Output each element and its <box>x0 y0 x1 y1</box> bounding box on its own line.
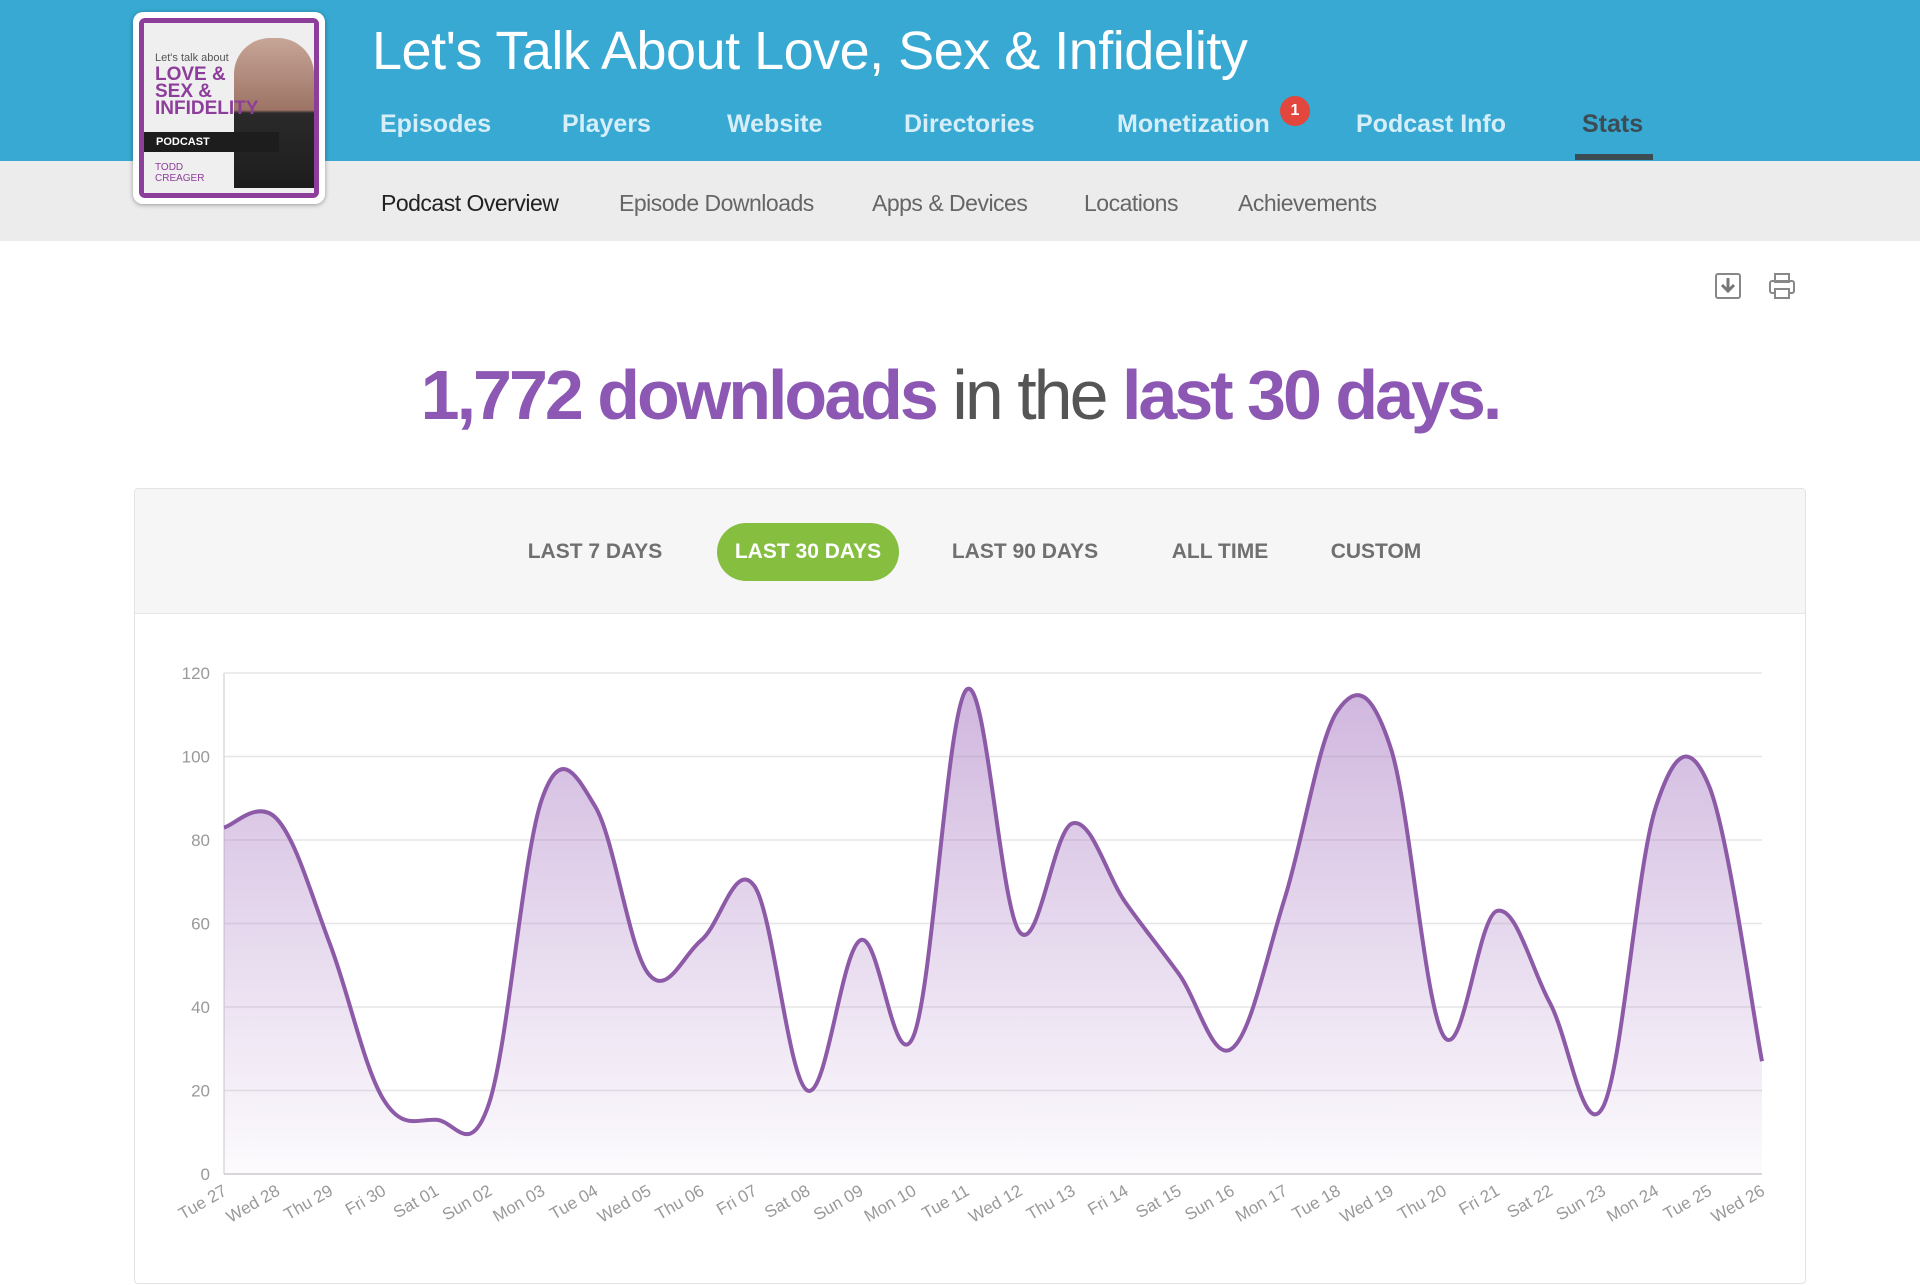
x-tick-label: Fri 14 <box>1084 1181 1131 1219</box>
x-tick-label: Sat 15 <box>1133 1181 1185 1222</box>
y-tick-label: 20 <box>191 1082 210 1101</box>
x-tick-label: Thu 20 <box>1394 1181 1449 1224</box>
data-point[interactable] <box>433 1117 439 1123</box>
x-tick-label: Thu 29 <box>281 1181 336 1224</box>
x-tick-label: Wed 26 <box>1708 1181 1768 1227</box>
data-point[interactable] <box>857 937 863 943</box>
x-tick-label: Fri 30 <box>342 1181 389 1219</box>
data-point[interactable] <box>1547 1000 1553 1006</box>
data-point[interactable] <box>1176 971 1182 977</box>
x-tick-label: Sun 09 <box>810 1181 866 1224</box>
data-point[interactable] <box>1388 745 1394 751</box>
downloads-chart: 020406080100120Tue 27Wed 28Thu 29 Fri 30 S… <box>175 664 1768 1227</box>
x-tick-label: Sun 23 <box>1553 1181 1609 1224</box>
y-tick-label: 0 <box>201 1165 210 1184</box>
data-point[interactable] <box>1123 900 1129 906</box>
y-tick-label: 60 <box>191 915 210 934</box>
x-tick-label: Wed 19 <box>1337 1181 1397 1227</box>
x-tick-label: Tue 25 <box>1660 1181 1715 1224</box>
data-point[interactable] <box>1494 908 1500 914</box>
data-point[interactable] <box>1229 1046 1235 1052</box>
y-tick-label: 40 <box>191 998 210 1017</box>
data-point[interactable] <box>698 937 704 943</box>
data-point[interactable] <box>1335 708 1341 714</box>
x-tick-label: Tue 11 <box>919 1181 973 1223</box>
x-tick-label: Thu 13 <box>1023 1181 1078 1224</box>
y-tick-label: 120 <box>182 664 210 683</box>
data-point[interactable] <box>539 795 545 801</box>
x-tick-label: Mon 10 <box>861 1181 920 1226</box>
data-point[interactable] <box>221 824 227 830</box>
x-tick-label: Sun 16 <box>1181 1181 1237 1224</box>
x-tick-label: Mon 17 <box>1232 1181 1291 1226</box>
data-point[interactable] <box>1017 929 1023 935</box>
data-point[interactable] <box>1600 1104 1606 1110</box>
x-tick-label: Tue 18 <box>1289 1181 1344 1224</box>
data-point[interactable] <box>1441 1033 1447 1039</box>
data-point[interactable] <box>327 941 333 947</box>
data-point[interactable] <box>1706 783 1712 789</box>
data-point[interactable] <box>910 1033 916 1039</box>
data-point[interactable] <box>1282 895 1288 901</box>
x-tick-label: Tue 27 <box>175 1181 230 1224</box>
x-tick-label: Tue 04 <box>546 1181 601 1224</box>
x-tick-label: Wed 05 <box>594 1181 654 1227</box>
data-point[interactable] <box>963 687 969 693</box>
x-tick-label: Wed 12 <box>966 1181 1026 1227</box>
data-point[interactable] <box>751 883 757 889</box>
data-point[interactable] <box>486 1100 492 1106</box>
x-tick-label: Fri 07 <box>713 1181 760 1219</box>
x-tick-label: Sat 08 <box>761 1181 813 1222</box>
data-point[interactable] <box>380 1096 386 1102</box>
y-tick-label: 100 <box>182 748 210 767</box>
data-point[interactable] <box>804 1088 810 1094</box>
x-tick-label: Sat 01 <box>390 1181 442 1222</box>
data-point[interactable] <box>1653 804 1659 810</box>
data-point[interactable] <box>645 971 651 977</box>
downloads-area <box>224 688 1762 1174</box>
data-point[interactable] <box>1070 820 1076 826</box>
x-tick-label: Sat 22 <box>1504 1181 1556 1222</box>
x-tick-label: Fri 21 <box>1456 1181 1503 1219</box>
x-tick-label: Mon 03 <box>490 1181 549 1226</box>
x-tick-label: Mon 24 <box>1603 1181 1662 1226</box>
y-tick-label: 80 <box>191 831 210 850</box>
data-point[interactable] <box>274 816 280 822</box>
x-tick-label: Thu 06 <box>652 1181 707 1224</box>
x-tick-label: Wed 28 <box>223 1181 283 1227</box>
data-point[interactable] <box>592 804 598 810</box>
x-tick-label: Sun 02 <box>439 1181 495 1224</box>
data-point[interactable] <box>1759 1058 1765 1064</box>
